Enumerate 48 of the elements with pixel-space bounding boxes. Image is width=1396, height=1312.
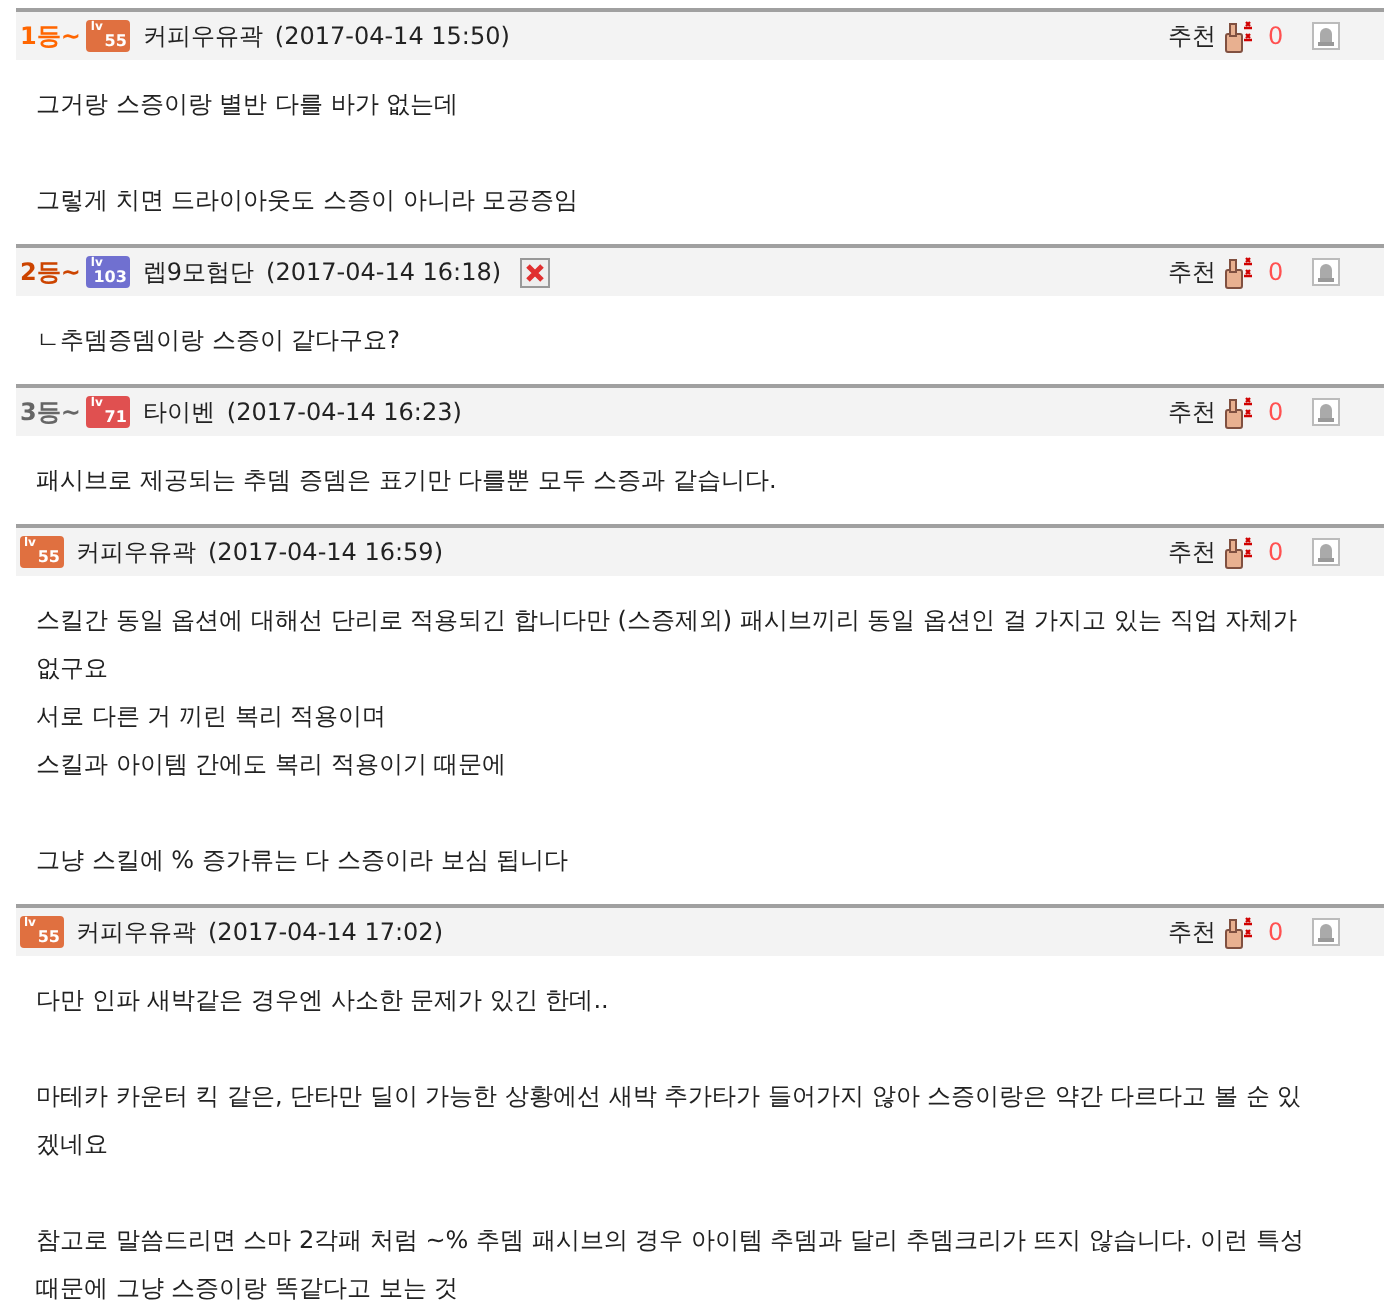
comment-text: 그거랑 스증이랑 별반 다를 바가 없는데: [36, 88, 461, 122]
recommend-count: 0: [1268, 916, 1286, 950]
recommend-label: 추천: [1168, 20, 1216, 54]
rank-label: 1등~: [20, 20, 81, 54]
comment-time: (2017-04-14 16:23): [226, 396, 462, 430]
comment-text: 그렇게 치면 드라이아웃도 스증이 아니라 모공증임: [36, 184, 581, 218]
rank-label: 2등~: [20, 256, 81, 290]
recommend-label: 추천: [1168, 916, 1216, 950]
thumbs-up-icon[interactable]: [1224, 534, 1256, 570]
comment-time: (2017-04-14 15:50): [274, 20, 510, 54]
author-name[interactable]: 커피우유곽: [76, 534, 196, 570]
recommend-label: 추천: [1168, 536, 1216, 570]
report-icon[interactable]: [1312, 258, 1340, 286]
comment-time: (2017-04-14 17:02): [208, 916, 443, 950]
comment-text: ㄴ추뎀증뎀이랑 스증이 같다구요?: [36, 324, 402, 358]
delete-icon[interactable]: [519, 257, 550, 287]
thumbs-up-icon[interactable]: [1224, 914, 1256, 950]
comment-text: 때문에 그냥 스증이랑 똑같다고 보는 것: [36, 1272, 461, 1306]
thumbs-up-icon[interactable]: [1224, 254, 1256, 290]
report-icon[interactable]: [1312, 22, 1340, 50]
report-icon[interactable]: [1312, 398, 1340, 426]
report-icon[interactable]: [1312, 918, 1340, 946]
report-icon[interactable]: [1312, 538, 1340, 566]
recommend-label: 추천: [1168, 256, 1216, 290]
comment-text: 다만 인파 새박같은 경우엔 사소한 문제가 있긴 한데..: [36, 984, 611, 1018]
comment-text: 그냥 스킬에 % 증가류는 다 스증이라 보심 됩니다: [36, 844, 571, 878]
comment-text: 스킬간 동일 옵션에 대해선 단리로 적용되긴 합니다만 (스증제외) 패시브끼리 동일 옵션인 걸 가지고 있는 직업 자체가: [36, 604, 1300, 638]
author-name[interactable]: 커피우유곽: [76, 914, 196, 950]
recommend-count: 0: [1268, 20, 1286, 54]
recommend-label: 추천: [1168, 396, 1216, 430]
comment-text: 겠네요: [36, 1128, 110, 1162]
rank-label: 3등~: [20, 396, 81, 430]
comment-text: 없구요: [36, 652, 110, 686]
author-name[interactable]: 렙9모험단: [142, 254, 255, 290]
comment-text: 참고로 말씀드리면 스마 2각패 처럼 ~% 추뎀 패시브의 경우 아이템 추뎀과 달리 추뎀크리가 뜨지 않습니다. 이런 특성: [36, 1224, 1306, 1258]
author-name[interactable]: 타이벤: [142, 394, 215, 430]
thumbs-up-icon[interactable]: [1224, 394, 1256, 430]
recommend-count: 0: [1268, 256, 1286, 290]
recommend-count: 0: [1268, 536, 1286, 570]
comment-time: (2017-04-14 16:18): [266, 256, 502, 290]
recommend-count: 0: [1268, 396, 1286, 430]
thumbs-up-icon[interactable]: [1224, 18, 1256, 54]
comment-text: 패시브로 제공되는 추뎀 증뎀은 표기만 다를뿐 모두 스증과 같습니다.: [36, 464, 779, 498]
comment-text: 마테카 카운터 킥 같은, 단타만 딜이 가능한 상황에선 새박 추가타가 들어가지 않아 스증이랑은 약간 다르다고 볼 순 있: [36, 1080, 1304, 1114]
comment-time: (2017-04-14 16:59): [208, 536, 443, 570]
author-name[interactable]: 커피우유곽: [142, 18, 263, 54]
comment-text: 서로 다른 거 끼린 복리 적용이며: [36, 700, 389, 734]
comment-text: 스킬과 아이템 간에도 복리 적용이기 때문에: [36, 748, 509, 782]
